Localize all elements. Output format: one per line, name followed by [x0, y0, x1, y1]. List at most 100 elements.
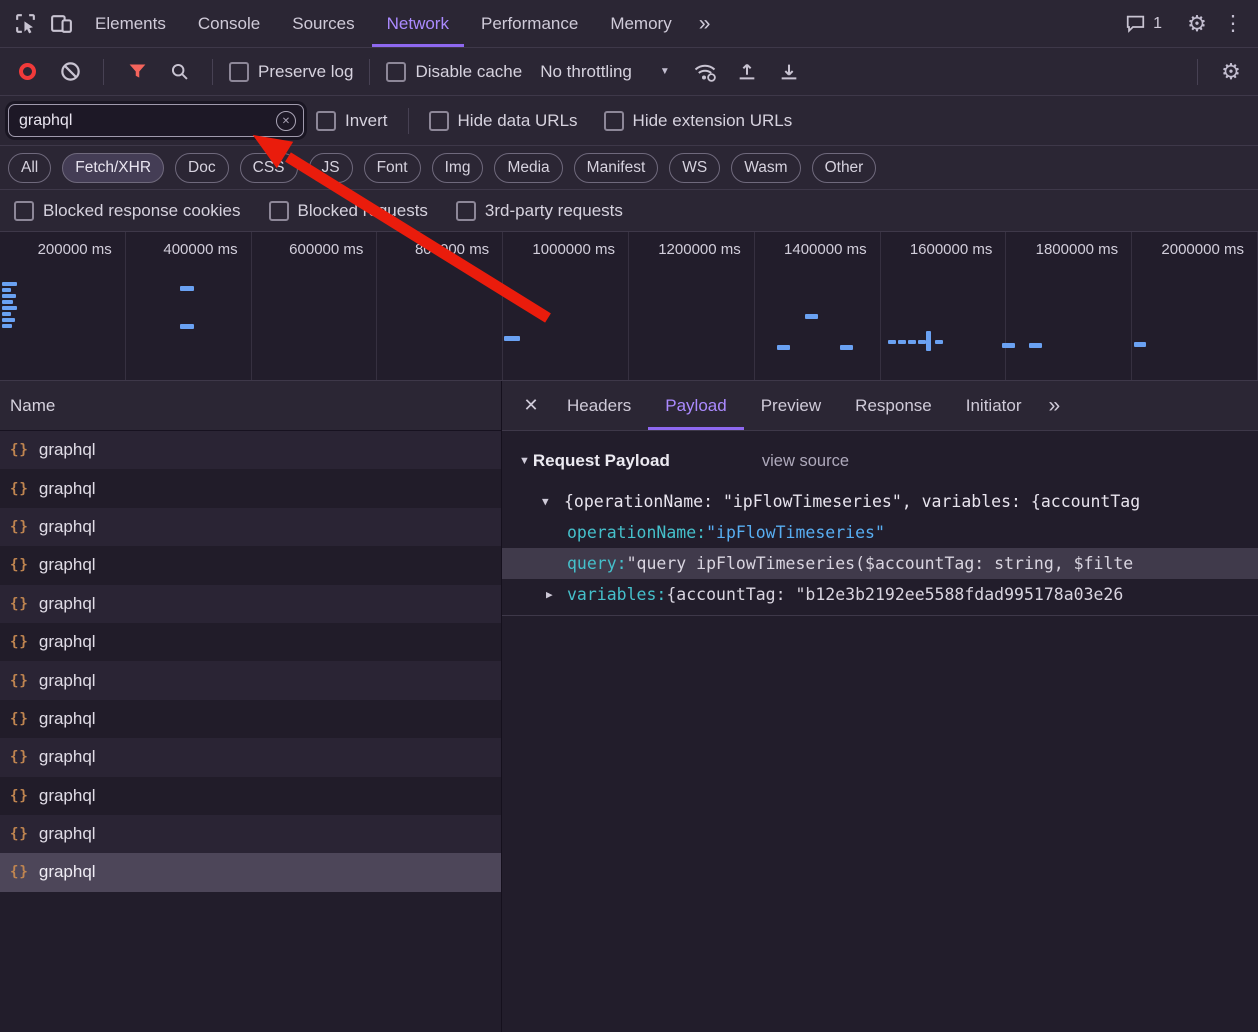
device-toolbar-icon[interactable] — [44, 7, 78, 41]
request-row[interactable]: {}graphql — [0, 777, 501, 815]
tab-sources[interactable]: Sources — [277, 0, 369, 47]
tab-memory[interactable]: Memory — [595, 0, 686, 47]
import-har-icon[interactable] — [730, 55, 764, 89]
filter-chip-media[interactable]: Media — [494, 153, 562, 183]
blocked-response-cookies-checkbox[interactable]: Blocked response cookies — [14, 201, 241, 221]
filter-chip-other[interactable]: Other — [812, 153, 877, 183]
clear-filter-icon[interactable]: ✕ — [276, 111, 296, 131]
more-detail-tabs-icon[interactable]: » — [1038, 394, 1070, 418]
filter-chip-wasm[interactable]: Wasm — [731, 153, 800, 183]
invert-label: Invert — [345, 111, 388, 131]
filter-chip-js[interactable]: JS — [309, 153, 353, 183]
timeline-request-bar — [805, 314, 818, 319]
payload-row-variables[interactable]: ▶variables: {accountTag: "b12e3b2192ee55… — [502, 579, 1258, 610]
disable-cache-checkbox[interactable]: Disable cache — [386, 62, 522, 82]
close-details-icon[interactable]: ✕ — [512, 388, 550, 424]
request-row[interactable]: {}graphql — [0, 738, 501, 776]
main-menu-icon[interactable]: ⋮ — [1216, 7, 1250, 41]
timeline-label: 1400000 ms — [755, 232, 881, 380]
filter-chip-ws[interactable]: WS — [669, 153, 720, 183]
json-braces-icon: {} — [10, 711, 29, 727]
tab-initiator[interactable]: Initiator — [949, 381, 1039, 430]
timeline-request-bar — [2, 288, 11, 292]
filter-chip-css[interactable]: CSS — [240, 153, 298, 183]
request-row[interactable]: {}graphql — [0, 853, 501, 891]
timeline-request-bar — [1002, 343, 1015, 348]
tab-performance[interactable]: Performance — [466, 0, 593, 47]
details-tab-bar: ✕ Headers Payload Preview Response Initi… — [502, 381, 1258, 431]
request-row[interactable]: {}graphql — [0, 546, 501, 584]
request-name: graphql — [39, 671, 96, 691]
request-row[interactable]: {}graphql — [0, 469, 501, 507]
advanced-filters: Blocked response cookies Blocked request… — [0, 190, 1258, 232]
collapse-node-icon[interactable]: ▼ — [542, 495, 564, 508]
payload-pane: ▼ Request Payload view source ▼ {operati… — [502, 431, 1258, 616]
request-row[interactable]: {} graphql — [0, 623, 501, 661]
request-name: graphql — [39, 709, 96, 729]
checkbox-box — [386, 62, 406, 82]
request-row[interactable]: {}graphql — [0, 431, 501, 469]
collapse-section-icon[interactable]: ▼ — [519, 455, 530, 467]
disable-cache-label: Disable cache — [415, 62, 522, 82]
requests-panel: Name {}graphql{}graphql{}graphql{}graphq… — [0, 381, 501, 1032]
invert-checkbox[interactable]: Invert — [316, 111, 388, 131]
request-row[interactable]: {}graphql — [0, 508, 501, 546]
network-conditions-icon[interactable] — [688, 55, 722, 89]
hide-extension-urls-checkbox[interactable]: Hide extension URLs — [604, 111, 793, 131]
clear-network-log-icon[interactable] — [53, 55, 87, 89]
name-column-header[interactable]: Name — [0, 381, 501, 431]
payload-row-query[interactable]: query: "query ipFlowTimeseries($accountT… — [502, 548, 1258, 579]
payload-root-row[interactable]: ▼ {operationName: "ipFlowTimeseries", va… — [502, 485, 1258, 517]
tab-headers[interactable]: Headers — [550, 381, 648, 430]
timeline-label: 400000 ms — [126, 232, 252, 380]
network-settings-icon[interactable]: ⚙ — [1214, 55, 1248, 89]
tab-preview[interactable]: Preview — [744, 381, 838, 430]
timeline-request-bar — [918, 340, 926, 344]
record-network-log-button[interactable] — [19, 63, 36, 80]
request-name: graphql — [39, 479, 96, 499]
payload-value: "ipFlowTimeseries" — [706, 523, 885, 542]
more-panels-icon[interactable]: » — [689, 12, 721, 36]
inspect-element-icon[interactable] — [8, 7, 42, 41]
filter-input[interactable] — [8, 104, 304, 137]
tab-payload[interactable]: Payload — [648, 381, 743, 430]
request-row[interactable]: {}graphql — [0, 661, 501, 699]
hide-extension-urls-label: Hide extension URLs — [633, 111, 793, 131]
network-overview-timeline[interactable]: 200000 ms400000 ms600000 ms800000 ms1000… — [0, 232, 1258, 381]
toolbar-separator — [103, 59, 104, 85]
filter-chip-fetch-xhr[interactable]: Fetch/XHR — [62, 153, 164, 183]
issues-indicator[interactable]: 1 — [1125, 14, 1162, 33]
settings-icon[interactable]: ⚙ — [1180, 7, 1214, 41]
throttling-select[interactable]: No throttling ▼ — [530, 62, 680, 82]
filter-toggle-icon[interactable] — [120, 55, 154, 89]
checkbox-box — [316, 111, 336, 131]
request-row[interactable]: {} graphql — [0, 700, 501, 738]
request-row[interactable]: {}graphql — [0, 585, 501, 623]
export-har-icon[interactable] — [772, 55, 806, 89]
third-party-requests-label: 3rd-party requests — [485, 201, 623, 221]
blocked-requests-checkbox[interactable]: Blocked requests — [269, 201, 428, 221]
tab-network[interactable]: Network — [372, 0, 464, 47]
toolbar-separator — [1197, 59, 1198, 85]
third-party-requests-checkbox[interactable]: 3rd-party requests — [456, 201, 623, 221]
expand-node-icon[interactable]: ▶ — [546, 588, 567, 601]
request-name: graphql — [39, 555, 96, 575]
json-braces-icon: {} — [10, 634, 29, 650]
hide-data-urls-checkbox[interactable]: Hide data URLs — [429, 111, 578, 131]
filter-chip-font[interactable]: Font — [364, 153, 421, 183]
filter-chip-manifest[interactable]: Manifest — [574, 153, 659, 183]
request-row[interactable]: {}graphql — [0, 815, 501, 853]
tab-response[interactable]: Response — [838, 381, 949, 430]
filter-chip-doc[interactable]: Doc — [175, 153, 229, 183]
view-source-link[interactable]: view source — [762, 452, 849, 471]
preserve-log-checkbox[interactable]: Preserve log — [229, 62, 353, 82]
search-icon[interactable] — [162, 55, 196, 89]
filter-chip-img[interactable]: Img — [432, 153, 484, 183]
payload-row-operationName[interactable]: operationName: "ipFlowTimeseries" — [502, 517, 1258, 548]
tab-console[interactable]: Console — [183, 0, 275, 47]
timeline-label: 1000000 ms — [503, 232, 629, 380]
request-name: graphql — [39, 632, 96, 652]
hide-data-urls-label: Hide data URLs — [458, 111, 578, 131]
tab-elements[interactable]: Elements — [80, 0, 181, 47]
filter-chip-all[interactable]: All — [8, 153, 51, 183]
